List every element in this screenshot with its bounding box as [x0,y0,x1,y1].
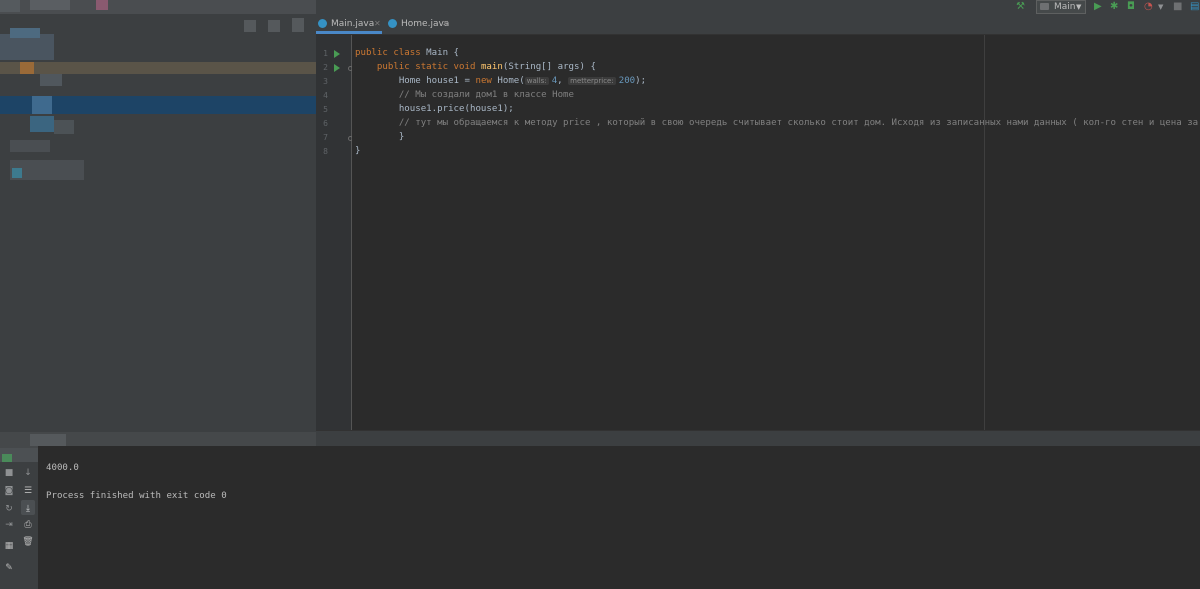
tab-home-java[interactable]: Home.java ✕ [388,14,450,34]
run-tool-window-header[interactable] [316,430,1200,447]
stop-icon[interactable]: ■ [1173,1,1182,13]
line-number: 5 [323,105,328,114]
run-icon[interactable]: ▶ [1094,1,1102,13]
run-console[interactable]: 4000.0 Process finished with exit code 0 [38,446,1200,589]
layout-icon[interactable]: ▦ [3,540,15,552]
run-configuration-dropdown[interactable]: Main ▼ [1036,0,1086,14]
code-line-4: // Мы создали дом1 в классе Home [398,90,575,100]
line-number: 2 [323,63,328,72]
line-number: 8 [323,147,328,156]
exit-icon[interactable]: ⇥ [3,519,15,531]
pin-icon[interactable]: ✎ [3,562,15,574]
code-line-1: public class Main { [355,48,460,58]
editor-tab-bar: Main.java ✕ Home.java ✕ [316,14,1200,35]
java-class-icon [388,19,397,28]
editor-gutter[interactable]: 1 2 3 4 5 6 7 8 [316,35,353,430]
profile-icon[interactable]: ◔ [1144,1,1153,13]
line-number: 3 [323,77,328,86]
code-line-7: } [398,132,405,142]
run-configuration-label: Main [1054,2,1076,12]
hammer-icon[interactable]: ⚒ [1016,1,1025,13]
code-line-6: // тут мы обращаемся к методу price , ко… [398,118,1200,128]
active-tab-indicator [316,31,382,34]
line-number: 6 [323,119,328,128]
arrow-down-icon[interactable]: ↓ [22,467,34,479]
code-line-8: } [355,146,361,156]
parameter-hint-walls: walls: [524,77,549,85]
close-icon[interactable]: ✕ [442,14,449,34]
code-line-5: house1.price(house1); [398,104,514,114]
code-line-2: public static void main(String[] args) { [376,62,596,72]
scroll-to-end-icon[interactable]: ⤓ [22,503,34,515]
line-number: 4 [323,91,328,100]
trash-icon[interactable]: 🗑 [22,536,34,548]
debug-icon[interactable]: ✱ [1110,1,1118,13]
project-tool-window-blurred[interactable] [0,0,316,432]
run-side-toolbar: ■ ↓ ◙ ☰ ↻ ⤓ ⇥ ⎙ 🗑 ▦ ✎ [0,462,39,589]
java-class-icon [318,19,327,28]
chevron-down-icon: ▼ [1076,3,1082,11]
camera-icon[interactable]: ◙ [3,485,15,497]
run-config-icon [1040,3,1049,10]
code-editor[interactable]: public class Main { public static void m… [352,35,1200,430]
chevron-down-icon[interactable]: ▼ [1158,1,1163,13]
console-exit-message: Process finished with exit code 0 [46,491,227,501]
restart-icon[interactable]: ↻ [3,503,15,515]
soft-wrap-icon[interactable]: ☰ [22,485,34,497]
project-structure-icon[interactable]: ▤ [1190,1,1199,13]
stop-icon[interactable]: ■ [3,467,15,479]
right-margin-guide [984,35,985,430]
run-class-gutter-icon[interactable] [334,50,340,58]
parameter-hint-metterprice: metterprice: [568,77,616,85]
print-icon[interactable]: ⎙ [22,519,34,531]
run-method-gutter-icon[interactable] [334,64,340,72]
code-line-3: Home house1 = new Home(walls: 4, metterpr… [398,76,647,86]
line-number: 1 [323,49,328,58]
coverage-icon[interactable]: ◘ [1127,1,1135,13]
line-number: 7 [323,133,328,142]
console-output-line: 4000.0 [46,463,79,473]
